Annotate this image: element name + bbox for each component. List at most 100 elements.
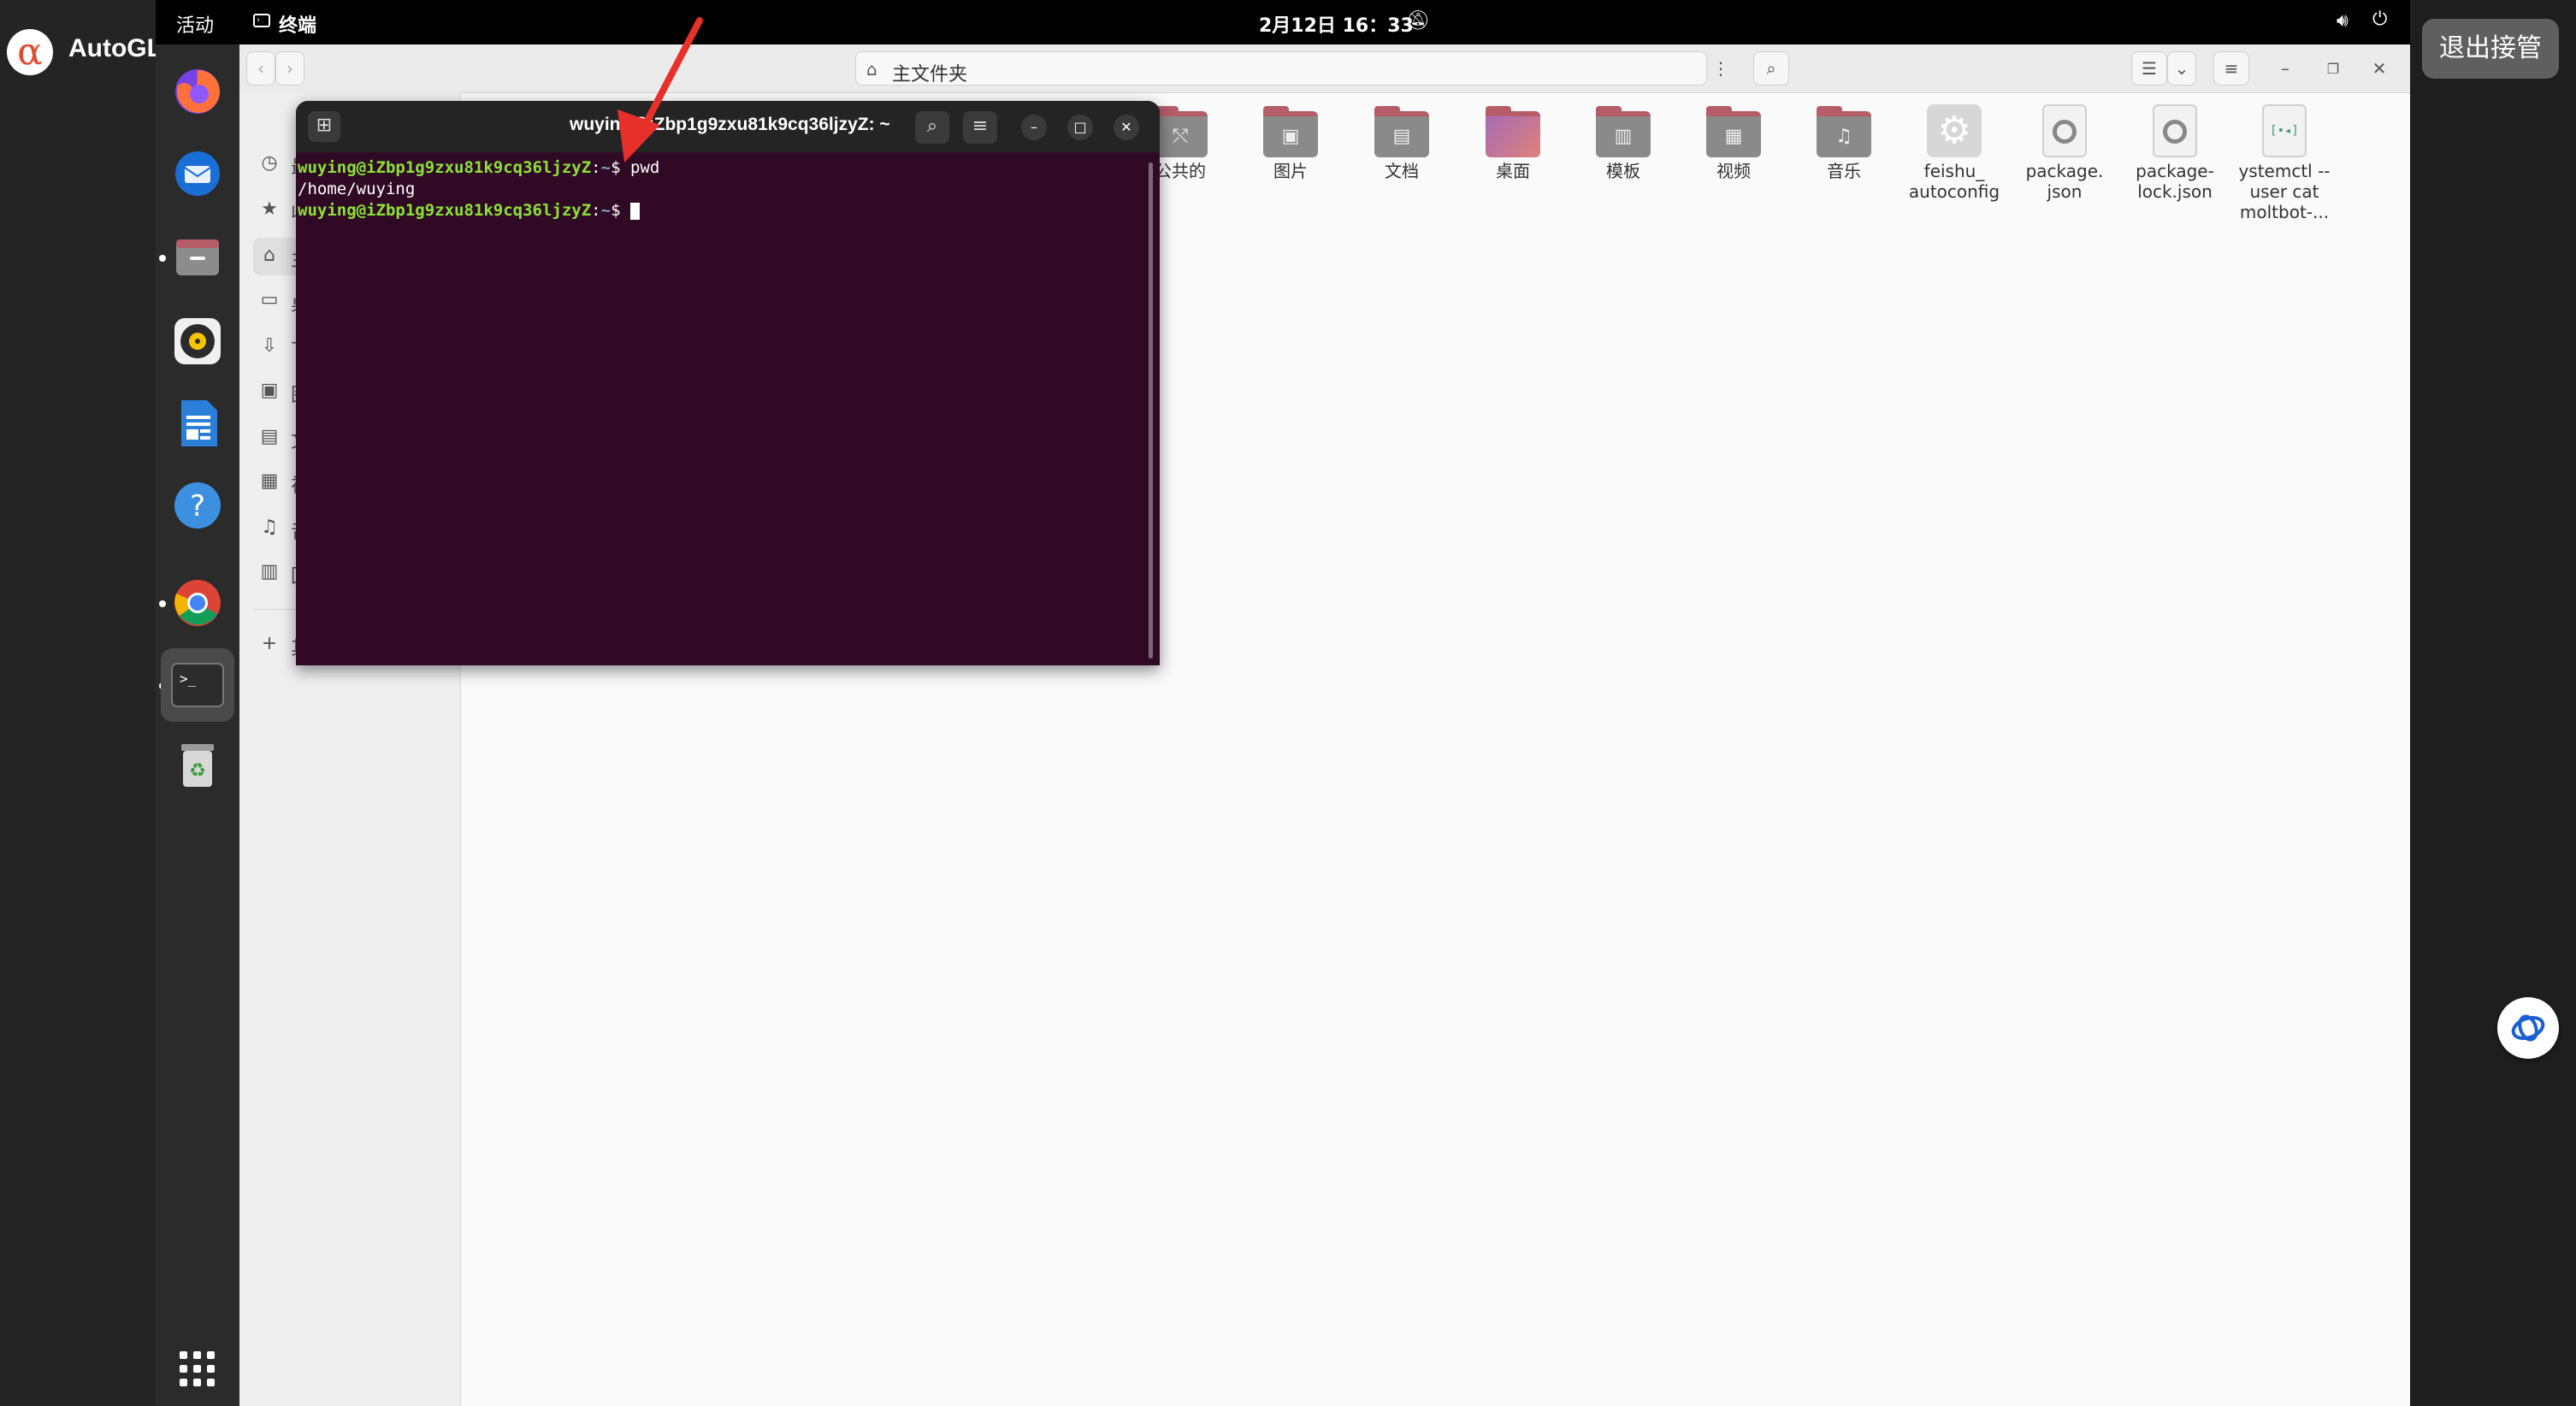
- terminal-line: wuying@iZbp1g9zxu81k9cq36ljzyZ:~$ pwd: [298, 158, 660, 177]
- dock-app-grid[interactable]: [169, 1341, 226, 1397]
- minimize-icon: –: [1031, 119, 1037, 135]
- terminal-scrollbar[interactable]: [1149, 162, 1153, 659]
- bell-off-icon[interactable]: 🔕︎: [1406, 10, 1430, 32]
- image-icon: ▣: [260, 380, 279, 401]
- terminal-output-text: /home/wuying: [298, 180, 416, 198]
- file-label: ystemctl --: [2238, 161, 2331, 181]
- dock-writer[interactable]: [169, 395, 226, 452]
- dock-rhythmbox[interactable]: [169, 313, 226, 369]
- terminal-line: /home/wuying: [298, 179, 1144, 200]
- terminal-line: wuying@iZbp1g9zxu81k9cq36ljzyZ:~$: [298, 200, 1144, 222]
- documents-folder-icon: ▤: [1374, 106, 1429, 157]
- main-menu-button[interactable]: ≡: [2213, 51, 2249, 86]
- path-menu-button[interactable]: ⋮: [1705, 51, 1736, 86]
- file-item-systemctl-script[interactable]: [•◂] ystemctl -- user cat moltbot-...: [2237, 104, 2331, 222]
- red-arrow-icon: [617, 17, 703, 162]
- search-button[interactable]: ⌕: [1753, 51, 1789, 86]
- document-icon: ▤: [260, 426, 279, 447]
- file-manager-header: ‹ › ⌂ 主文件夹 ⋮ ⌕ ☰ ⌄ ≡ – ❐ ✕: [239, 44, 2410, 93]
- desktop-folder-icon: [1486, 106, 1540, 157]
- file-item-feishu-autoconfig[interactable]: ⚙ feishu_ autoconfig: [1907, 104, 2001, 202]
- autoglm-logo-icon: α: [7, 29, 53, 75]
- close-button[interactable]: ✕: [2362, 51, 2396, 86]
- file-label: user cat: [2249, 181, 2319, 202]
- brand-column: α AutoGLM: [0, 0, 184, 1406]
- terminal-search-button[interactable]: ⌕: [915, 111, 949, 144]
- terminal-icon: >_: [171, 663, 224, 707]
- file-item-package-lock-json[interactable]: package- lock.json: [2128, 104, 2222, 202]
- home-icon: ⌂: [263, 245, 275, 266]
- terminal-maximize-button[interactable]: □: [1067, 115, 1093, 140]
- dock-files[interactable]: [169, 229, 226, 286]
- clock[interactable]: 2月12日 16：33: [1259, 10, 1414, 38]
- file-item-pictures[interactable]: ▣ 图片: [1244, 106, 1338, 181]
- terminal-path: ~: [600, 201, 612, 220]
- minimize-button[interactable]: –: [2268, 51, 2302, 86]
- view-list-button[interactable]: ☰: [2131, 51, 2167, 86]
- chrome-icon: [174, 580, 221, 626]
- terminal-minimize-button[interactable]: –: [1021, 115, 1047, 140]
- hamburger-menu-icon: ≡: [2224, 58, 2239, 79]
- video-icon: ▦: [260, 470, 279, 492]
- thunderbird-icon: [175, 151, 220, 196]
- file-item-videos[interactable]: ▦ 视频: [1687, 106, 1781, 181]
- file-label: package.: [2025, 161, 2104, 181]
- file-item-desktop[interactable]: 桌面: [1466, 106, 1560, 181]
- volume-icon[interactable]: 🔊︎: [2337, 10, 2349, 32]
- new-tab-icon: ⊞: [316, 115, 333, 136]
- file-label: feishu_: [1923, 161, 1985, 181]
- terminal-prompt: wuying@iZbp1g9zxu81k9cq36ljzyZ: [298, 201, 592, 220]
- search-icon: ⌕: [926, 115, 938, 137]
- terminal-output[interactable]: wuying@iZbp1g9zxu81k9cq36ljzyZ:~$ pwd /h…: [298, 157, 1144, 662]
- app-menu-label[interactable]: 终端: [279, 10, 316, 38]
- file-label: lock.json: [2137, 181, 2213, 202]
- svg-text:♻: ♻: [189, 760, 206, 782]
- restore-button[interactable]: ❐: [2316, 51, 2350, 86]
- forward-button[interactable]: ›: [275, 51, 304, 86]
- terminal-window[interactable]: ⊞ wuying@iZbp1g9zxu81k9cq36ljzyZ: ~ ⌕ ≡ …: [296, 101, 1160, 665]
- terminal-close-button[interactable]: ✕: [1114, 115, 1139, 140]
- back-button[interactable]: ‹: [246, 51, 275, 86]
- dock-firefox[interactable]: [169, 63, 226, 120]
- list-view-icon: ☰: [2142, 58, 2157, 79]
- file-item-documents[interactable]: ▤ 文档: [1355, 106, 1449, 181]
- file-label: 视频: [1716, 161, 1751, 181]
- dock-running-indicator: [159, 255, 166, 262]
- files-icon: [176, 239, 219, 275]
- activities-button[interactable]: 活动: [176, 10, 214, 38]
- dock-chrome[interactable]: [169, 575, 226, 631]
- share-folder-icon: ⤲: [1153, 106, 1208, 157]
- file-item-music[interactable]: ♫ 音乐: [1797, 106, 1891, 181]
- close-icon: ✕: [2372, 58, 2387, 79]
- file-item-package-json[interactable]: package. json: [2018, 104, 2112, 202]
- view-options-button[interactable]: ⌄: [2167, 51, 2196, 86]
- file-item-templates[interactable]: ▥ 模板: [1576, 106, 1670, 181]
- chevron-down-icon: ⌄: [2174, 58, 2189, 79]
- videos-folder-icon: ▦: [1706, 106, 1761, 157]
- floating-assistant-button[interactable]: [2497, 997, 2559, 1059]
- file-label: 音乐: [1827, 161, 1861, 181]
- file-label: autoconfig: [1908, 181, 2000, 202]
- power-icon[interactable]: ⏻: [2372, 9, 2387, 30]
- file-label: 图片: [1273, 161, 1308, 181]
- dock-help[interactable]: ?: [169, 477, 226, 534]
- trash-icon: ▥: [260, 561, 279, 582]
- terminal-header[interactable]: ⊞ wuying@iZbp1g9zxu81k9cq36ljzyZ: ~ ⌕ ≡ …: [296, 101, 1160, 152]
- script-file-icon: [•◂]: [2262, 104, 2307, 157]
- maximize-icon: □: [1073, 119, 1087, 135]
- music-icon: ♫: [261, 517, 278, 538]
- dock-trash[interactable]: ♻: [169, 737, 226, 794]
- terminal-menu-button[interactable]: ≡: [963, 111, 997, 144]
- templates-folder-icon: ▥: [1596, 106, 1651, 157]
- file-label: 桌面: [1496, 161, 1530, 181]
- top-bar: 活动 › 终端 2月12日 16：33 🔕︎ 🔊︎ ⏻: [156, 0, 2410, 44]
- pictures-folder-icon: ▣: [1263, 106, 1318, 157]
- dock-thunderbird[interactable]: [169, 145, 226, 202]
- svg-text:?: ?: [190, 489, 205, 523]
- path-bar[interactable]: ⌂ 主文件夹: [855, 51, 1707, 86]
- file-label: 文档: [1385, 161, 1419, 181]
- exit-takeover-button[interactable]: 退出接管: [2422, 19, 2559, 79]
- rhythmbox-icon: [174, 318, 221, 364]
- new-tab-button[interactable]: ⊞: [308, 111, 340, 142]
- dock-terminal[interactable]: >_: [161, 648, 234, 722]
